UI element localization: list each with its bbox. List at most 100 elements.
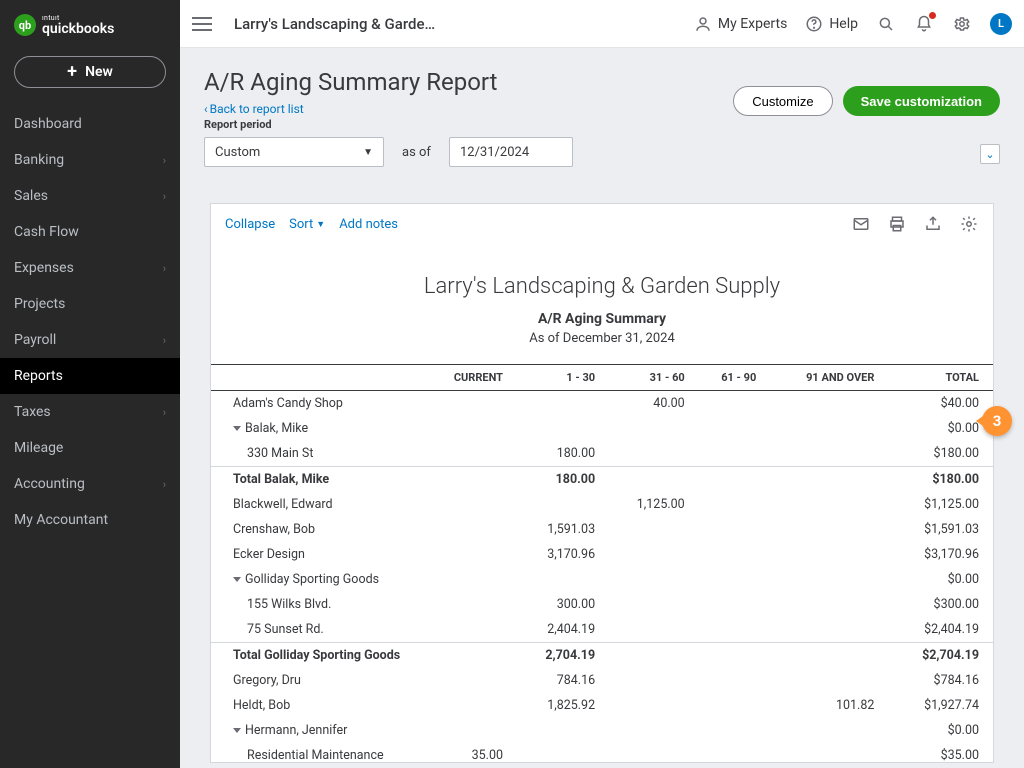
row-label: 155 Wilks Blvd. bbox=[247, 597, 331, 612]
table-row[interactable]: Total Balak, Mike180.00$180.00 bbox=[211, 467, 993, 493]
report-asof: As of December 31, 2024 bbox=[211, 331, 993, 346]
cell: 784.16 bbox=[511, 668, 603, 693]
cell bbox=[603, 467, 693, 493]
company-name[interactable]: Larry's Landscaping & Garde… bbox=[234, 15, 694, 33]
asof-date-input[interactable]: 12/31/2024 bbox=[449, 137, 573, 167]
sidebar-item-payroll[interactable]: Payroll › bbox=[0, 322, 180, 358]
cell bbox=[693, 492, 765, 517]
report-settings-icon[interactable] bbox=[959, 214, 979, 234]
sidebar-item-sales[interactable]: Sales› bbox=[0, 178, 180, 214]
sidebar-item-label: Payroll bbox=[14, 332, 56, 348]
table-row[interactable]: Gregory, Dru 784.16 $784.16 bbox=[211, 668, 993, 693]
search-icon[interactable] bbox=[876, 14, 896, 34]
export-icon[interactable] bbox=[923, 214, 943, 234]
cell bbox=[764, 718, 882, 743]
cell bbox=[411, 492, 511, 517]
cell: $2,704.19 bbox=[882, 643, 993, 669]
back-to-report-list-link[interactable]: ‹ Back to report list bbox=[204, 102, 304, 116]
expand-icon bbox=[233, 426, 241, 431]
settings-gear-icon[interactable] bbox=[952, 14, 972, 34]
qb-mark-icon: qb bbox=[14, 14, 36, 36]
sort-link[interactable]: Sort▼ bbox=[289, 217, 325, 232]
table-row[interactable]: 330 Main St180.00$180.00 bbox=[211, 441, 993, 467]
sidebar-item-label: My Accountant bbox=[14, 512, 108, 528]
table-row[interactable]: Balak, Mike$0.00 bbox=[211, 416, 993, 441]
row-label: Total Golliday Sporting Goods bbox=[233, 648, 400, 663]
table-row[interactable]: Ecker Design3,170.96$3,170.96 bbox=[211, 542, 993, 567]
sidebar-item-my-accountant[interactable]: My Accountant bbox=[0, 502, 180, 538]
table-row[interactable]: Heldt, Bob1,825.92101.82$1,927.74 bbox=[211, 693, 993, 718]
cell bbox=[603, 567, 693, 592]
cell: 300.00 bbox=[511, 592, 603, 617]
add-notes-link[interactable]: Add notes bbox=[339, 217, 398, 232]
table-row[interactable]: Total Golliday Sporting Goods2,704.19$2,… bbox=[211, 643, 993, 669]
sidebar-item-taxes[interactable]: Taxes› bbox=[0, 394, 180, 430]
report-period-select[interactable]: Custom ▼ bbox=[204, 137, 384, 167]
table-row[interactable]: Crenshaw, Bob1,591.03$1,591.03 bbox=[211, 517, 993, 542]
col-header: TOTAL bbox=[882, 365, 993, 391]
collapse-link[interactable]: Collapse bbox=[225, 217, 275, 232]
sidebar-item-banking[interactable]: Banking› bbox=[0, 142, 180, 178]
chevron-right-icon: › bbox=[163, 334, 166, 347]
email-icon[interactable] bbox=[851, 214, 871, 234]
table-row[interactable]: Adam's Candy Shop40.00$40.00 bbox=[211, 391, 993, 417]
my-experts-link[interactable]: My Experts bbox=[694, 15, 787, 33]
sidebar-item-mileage[interactable]: Mileage bbox=[0, 430, 180, 466]
cell bbox=[511, 416, 603, 441]
report-heading: Larry's Landscaping & Garden Supply A/R … bbox=[211, 244, 993, 358]
save-customization-button[interactable]: Save customization bbox=[843, 86, 1000, 116]
table-row[interactable]: Residential Maintenance35.00$35.00 bbox=[211, 743, 993, 763]
cell bbox=[411, 567, 511, 592]
hamburger-icon[interactable] bbox=[192, 17, 212, 31]
cell: 3,170.96 bbox=[511, 542, 603, 567]
table-row[interactable]: Hermann, Jennifer$0.00 bbox=[211, 718, 993, 743]
sidebar-item-dashboard[interactable]: Dashboard bbox=[0, 106, 180, 142]
sidebar-item-label: Accounting bbox=[14, 476, 85, 492]
sidebar-item-reports[interactable]: Reports bbox=[0, 358, 180, 394]
new-button[interactable]: + New bbox=[14, 56, 166, 88]
cell bbox=[764, 592, 882, 617]
cell bbox=[764, 743, 882, 763]
col-header bbox=[211, 365, 411, 391]
report-period-label: Report period bbox=[204, 118, 1000, 131]
help-link[interactable]: Help bbox=[805, 15, 858, 33]
cell bbox=[764, 668, 882, 693]
table-row[interactable]: Blackwell, Edward1,125.00$1,125.00 bbox=[211, 492, 993, 517]
cell: $0.00 bbox=[882, 718, 993, 743]
print-icon[interactable] bbox=[887, 214, 907, 234]
cell: $35.00 bbox=[882, 743, 993, 763]
cell bbox=[603, 517, 693, 542]
row-label: Gregory, Dru bbox=[233, 673, 301, 688]
help-icon bbox=[805, 15, 823, 33]
cell: $784.16 bbox=[882, 668, 993, 693]
sidebar-item-label: Cash Flow bbox=[14, 224, 79, 240]
sidebar-item-accounting[interactable]: Accounting› bbox=[0, 466, 180, 502]
cell bbox=[411, 643, 511, 669]
cell bbox=[603, 643, 693, 669]
customize-button[interactable]: Customize bbox=[733, 86, 832, 116]
cell bbox=[693, 567, 765, 592]
cell bbox=[603, 617, 693, 643]
user-avatar[interactable]: L bbox=[990, 13, 1012, 35]
collapse-panel-icon[interactable]: ⌄ bbox=[980, 144, 1000, 164]
sidebar-item-cash-flow[interactable]: Cash Flow bbox=[0, 214, 180, 250]
cell bbox=[764, 617, 882, 643]
row-label: Heldt, Bob bbox=[233, 698, 290, 713]
table-row[interactable]: 155 Wilks Blvd. 300.00 $300.00 bbox=[211, 592, 993, 617]
col-header: 91 AND OVER bbox=[764, 365, 882, 391]
table-row[interactable]: Golliday Sporting Goods$0.00 bbox=[211, 567, 993, 592]
chevron-right-icon: › bbox=[163, 262, 166, 275]
sidebar-item-projects[interactable]: Projects bbox=[0, 286, 180, 322]
cell bbox=[764, 517, 882, 542]
cell: $1,927.74 bbox=[882, 693, 993, 718]
col-header: 61 - 90 bbox=[693, 365, 765, 391]
page-header: A/R Aging Summary Report ‹ Back to repor… bbox=[180, 48, 1024, 171]
cell bbox=[603, 743, 693, 763]
sidebar-item-expenses[interactable]: Expenses› bbox=[0, 250, 180, 286]
notifications-icon[interactable] bbox=[914, 14, 934, 34]
cell: $300.00 bbox=[882, 592, 993, 617]
step-callout: 3 bbox=[982, 406, 1012, 436]
expand-icon bbox=[233, 728, 241, 733]
table-row[interactable]: 75 Sunset Rd.2,404.19$2,404.19 bbox=[211, 617, 993, 643]
cell: 101.82 bbox=[764, 693, 882, 718]
